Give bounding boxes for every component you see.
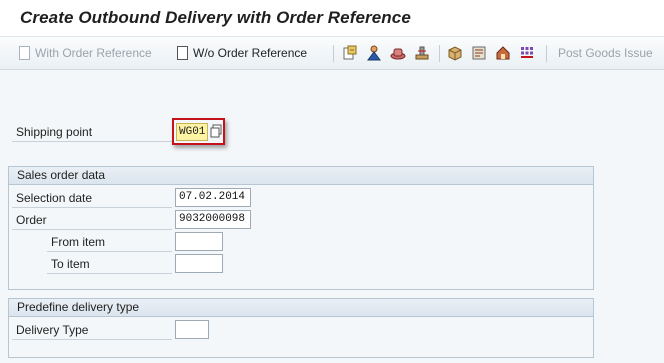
order-input[interactable]: 9032000098 bbox=[175, 210, 251, 229]
stamp-icon[interactable] bbox=[414, 45, 430, 61]
label-underline bbox=[47, 273, 172, 274]
toolbar-separator bbox=[333, 45, 334, 62]
title-bar: Create Outbound Delivery with Order Refe… bbox=[0, 0, 664, 36]
group-header: Predefine delivery type bbox=[9, 299, 593, 317]
shipping-point-label: Shipping point bbox=[16, 125, 93, 139]
box-icon[interactable] bbox=[447, 45, 463, 61]
from-item-label: From item bbox=[51, 235, 105, 249]
toolbar-separator bbox=[439, 45, 440, 62]
application-toolbar: With Order Reference W/o Order Reference bbox=[0, 36, 664, 70]
delivery-type-input[interactable] bbox=[175, 320, 209, 339]
group-header: Sales order data bbox=[9, 167, 593, 185]
value-help-icon[interactable] bbox=[210, 124, 222, 138]
to-item-input[interactable] bbox=[175, 254, 223, 273]
with-order-reference-button[interactable]: With Order Reference bbox=[19, 44, 152, 62]
from-item-input[interactable] bbox=[175, 232, 223, 251]
selection-date-input[interactable]: 07.02.2014 bbox=[175, 188, 251, 207]
save-as-icon[interactable] bbox=[342, 45, 358, 61]
predefine-delivery-type-group: Predefine delivery type bbox=[8, 298, 594, 358]
wo-order-reference-button[interactable]: W/o Order Reference bbox=[177, 44, 307, 62]
label-underline bbox=[12, 141, 174, 142]
delivery-type-label: Delivery Type bbox=[16, 323, 89, 337]
shipping-point-input[interactable]: WG01 bbox=[176, 123, 208, 141]
label-underline bbox=[12, 207, 172, 208]
sales-order-data-group: Sales order data bbox=[8, 166, 594, 290]
tool-icon[interactable] bbox=[471, 45, 487, 61]
label-underline bbox=[47, 251, 172, 252]
order-label: Order bbox=[16, 213, 47, 227]
house-icon[interactable] bbox=[495, 45, 511, 61]
label-underline bbox=[12, 339, 172, 340]
post-goods-issue-button[interactable]: Post Goods Issue bbox=[558, 44, 653, 62]
selection-date-label: Selection date bbox=[16, 191, 93, 205]
page-title: Create Outbound Delivery with Order Refe… bbox=[20, 8, 411, 27]
document-icon bbox=[177, 46, 188, 60]
toolbar-separator bbox=[546, 45, 547, 62]
grid-icon[interactable] bbox=[519, 45, 535, 61]
document-icon bbox=[19, 46, 30, 60]
label-underline bbox=[12, 229, 172, 230]
to-item-label: To item bbox=[51, 257, 90, 271]
user-icon[interactable] bbox=[366, 45, 382, 61]
hat-icon[interactable] bbox=[390, 45, 406, 61]
with-order-reference-label: With Order Reference bbox=[35, 46, 152, 60]
post-goods-issue-label: Post Goods Issue bbox=[558, 46, 653, 60]
wo-order-reference-label: W/o Order Reference bbox=[193, 46, 308, 60]
